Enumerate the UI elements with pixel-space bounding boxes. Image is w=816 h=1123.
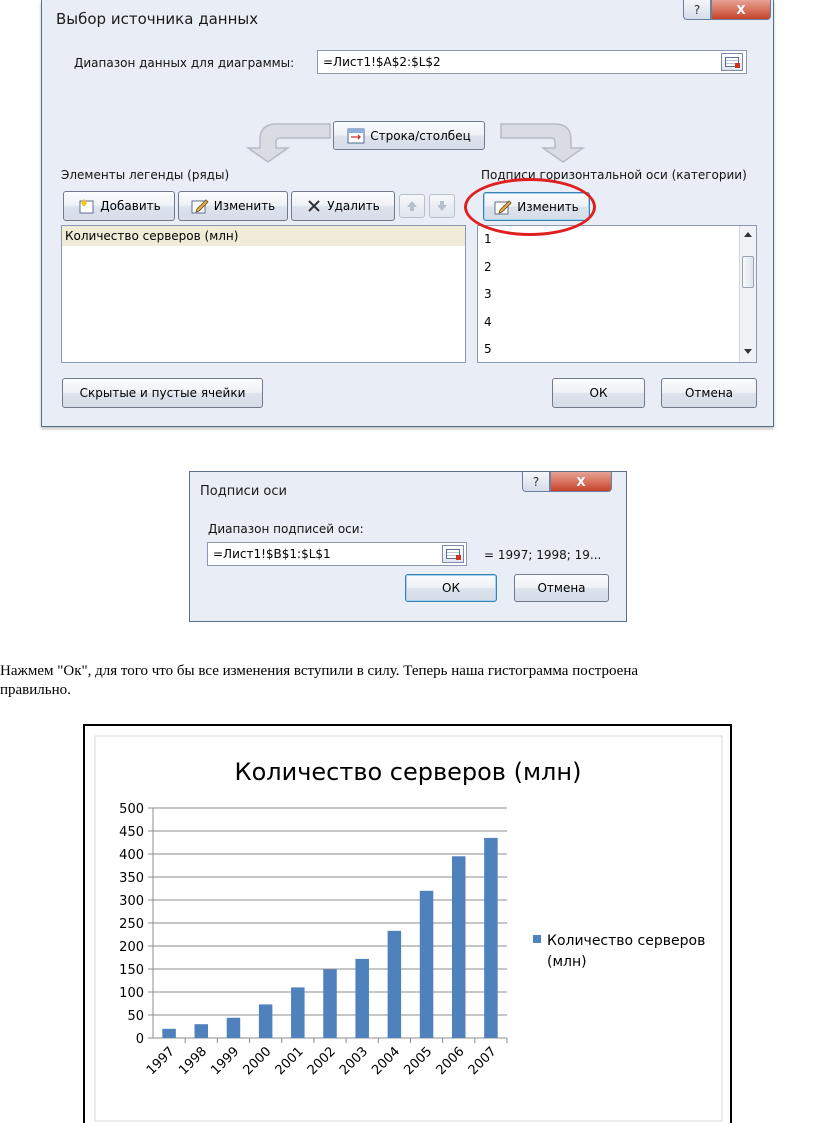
chart-range-input[interactable]: =Лист1!$A$2:$L$2 (317, 50, 747, 74)
hidden-empty-cells-button[interactable]: Скрытые и пустые ячейки (62, 378, 263, 408)
close-button[interactable]: X (711, 0, 771, 20)
close-button[interactable]: X (550, 472, 612, 492)
y-tick-label: 0 (136, 1032, 144, 1047)
arrow-down-icon (437, 201, 447, 211)
y-tick-label: 50 (127, 1009, 144, 1024)
instruction-paragraph: Нажмем "Ок", для того что бы все изменен… (0, 662, 800, 700)
bar (291, 987, 305, 1038)
series-list[interactable]: Количество серверов (млн) (61, 225, 466, 363)
close-icon: X (576, 474, 586, 489)
y-tick-label: 400 (119, 848, 144, 863)
cancel-label: Отмена (537, 581, 586, 595)
dialog-title: Подписи оси (200, 484, 287, 499)
y-tick-label: 450 (119, 825, 144, 840)
axis-range-preview: = 1997; 1998; 19... (484, 548, 602, 562)
bar (162, 1028, 176, 1038)
delete-series-button[interactable]: Удалить (291, 191, 395, 221)
scroll-thumb[interactable] (742, 256, 754, 288)
scroll-up-icon[interactable] (743, 230, 753, 238)
dialog-title: Выбор источника данных (56, 10, 259, 28)
y-tick-label: 100 (119, 986, 144, 1001)
paragraph-line: Нажмем "Ок", для того что бы все изменен… (0, 663, 639, 679)
y-tick-label: 250 (119, 917, 144, 932)
chart-title: Количество серверов (млн) (235, 758, 582, 786)
edit-series-button[interactable]: Изменить (178, 191, 288, 221)
select-data-source-dialog: Выбор источника данных ? X Диапазон данн… (41, 0, 774, 427)
y-tick-label: 300 (119, 894, 144, 909)
switch-row-column-button[interactable]: Строка/столбец (333, 121, 485, 150)
axis-label-item[interactable]: 2 (484, 260, 492, 274)
ok-label: ОК (442, 581, 460, 595)
help-icon: ? (532, 474, 540, 489)
y-tick-label: 500 (119, 802, 144, 817)
bar (226, 1017, 241, 1038)
delete-x-icon (308, 200, 320, 212)
right-curved-arrow-icon (500, 123, 586, 163)
series-list-item[interactable]: Количество серверов (млн) (62, 226, 465, 246)
close-icon: X (736, 2, 746, 17)
legend-swatch (533, 935, 541, 943)
paragraph-line: правильно. (0, 682, 71, 698)
bar-chart: Количество серверов (млн) 0 50 100 150 200 250… (94, 735, 723, 1122)
scroll-down-icon[interactable] (743, 348, 753, 356)
bar (419, 890, 434, 1038)
ok-button[interactable]: ОК (405, 574, 497, 602)
add-series-button[interactable]: Добавить (63, 191, 175, 221)
add-icon (79, 199, 94, 214)
axis-label-item[interactable]: 5 (484, 342, 492, 356)
bar (387, 930, 402, 1038)
cancel-button[interactable]: Отмена (661, 378, 757, 408)
bar (258, 1004, 273, 1038)
help-button[interactable]: ? (522, 472, 550, 492)
chart-range-label: Диапазон данных для диаграммы: (74, 56, 295, 70)
switch-row-column-icon (347, 128, 365, 143)
delete-series-label: Удалить (327, 199, 380, 213)
move-down-button[interactable] (429, 194, 455, 218)
highlight-circle (464, 178, 596, 236)
help-icon: ? (693, 2, 701, 17)
bar (451, 856, 466, 1038)
bar (484, 837, 498, 1038)
left-curved-arrow-icon (245, 123, 331, 163)
ok-button[interactable]: ОК (552, 378, 645, 408)
help-button[interactable]: ? (683, 0, 711, 20)
edit-series-label: Изменить (213, 199, 276, 213)
axis-range-input[interactable]: =Лист1!$B$1:$L$1 (207, 542, 467, 566)
axis-label-item[interactable]: 1 (484, 232, 492, 246)
ok-label: ОК (589, 386, 608, 400)
bar (194, 1024, 209, 1038)
axis-labels-list[interactable]: 1 2 3 4 5 (477, 225, 757, 363)
y-tick-label: 200 (119, 940, 144, 955)
arrow-up-icon (407, 201, 417, 211)
axis-label-item[interactable]: 4 (484, 315, 492, 329)
bar (323, 969, 337, 1038)
cancel-label: Отмена (684, 386, 734, 400)
y-tick-label: 350 (119, 871, 144, 886)
y-tick-label: 150 (119, 963, 144, 978)
move-up-button[interactable] (399, 194, 425, 218)
cancel-button[interactable]: Отмена (514, 574, 609, 602)
hidden-empty-cells-label: Скрытые и пустые ячейки (79, 386, 246, 400)
range-select-icon[interactable] (721, 53, 743, 71)
chart-frame: Количество серверов (млн) 0 50 100 150 200 250… (83, 724, 732, 1123)
axis-list-scrollbar[interactable] (739, 226, 756, 362)
legend-entries-title: Элементы легенды (ряды) (61, 168, 230, 182)
switch-row-column-label: Строка/столбец (370, 128, 471, 143)
add-series-label: Добавить (100, 199, 161, 213)
bar (355, 958, 369, 1038)
axis-range-label: Диапазон подписей оси: (208, 522, 364, 536)
axis-labels-dialog: Подписи оси ? X Диапазон подписей оси: =… (189, 471, 627, 622)
axis-label-item[interactable]: 3 (484, 287, 492, 301)
range-select-icon[interactable] (442, 545, 464, 563)
edit-icon (191, 199, 209, 214)
